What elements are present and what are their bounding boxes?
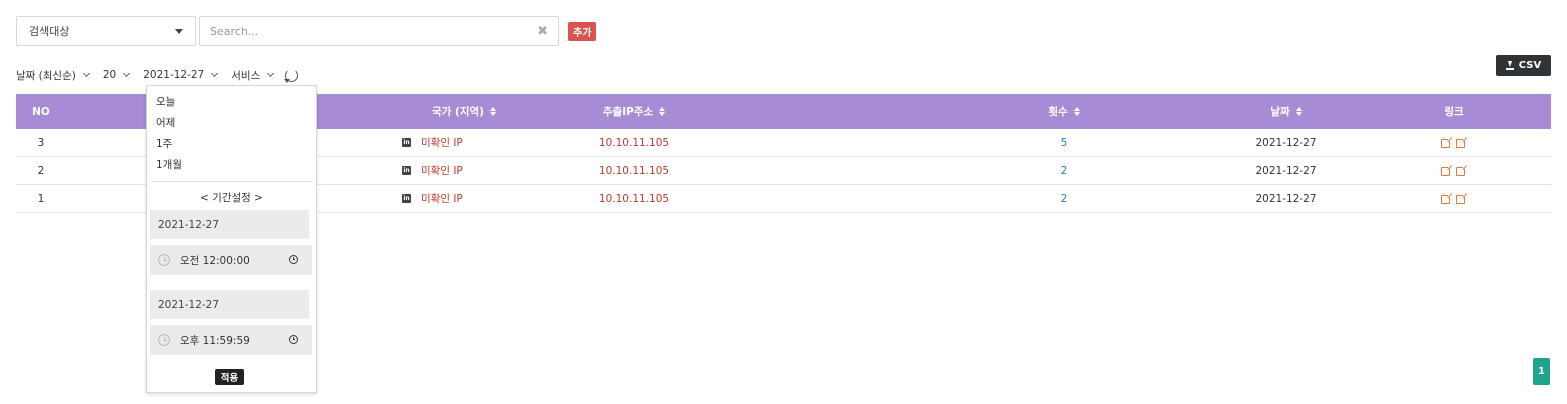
external-link-icon[interactable] [1456,164,1468,176]
header-ip-label: 추출IP주소 [602,106,654,118]
cell-date: 2021-12-27 [1255,192,1317,205]
header-count[interactable]: 횟수 [1014,104,1114,119]
cell-link [1414,136,1494,148]
filter-bar: 날짜 (최신순) 20 2021-12-27 서비스 [16,68,299,83]
start-date-value: 2021-12-27 [158,218,220,231]
linkedin-icon: in [402,138,411,147]
linkedin-icon: in [402,194,411,203]
chevron-down-icon [211,69,219,78]
start-time-value: 오전 12:00:00 [180,254,250,267]
end-date-field[interactable]: 2021-12-27 [150,290,309,319]
linkedin-icon: in [402,166,411,175]
start-date-field[interactable]: 2021-12-27 [150,210,309,239]
header-date[interactable]: 날짜 [1236,104,1336,119]
country-label: 미확인 IP [421,193,463,205]
header-no-label: NO [32,105,50,118]
clear-icon[interactable]: ✖ [537,25,548,38]
start-time-field[interactable]: 오전 12:00:00 [150,245,312,275]
csv-label: CSV [1518,60,1542,71]
search-target-select[interactable]: 검색대상 [16,16,196,46]
cell-no: 1 [37,192,45,205]
service-filter-label: 서비스 [231,69,261,82]
country-label: 미확인 IP [421,165,463,177]
header-link-label: 링크 [1444,106,1464,118]
sort-filter[interactable]: 날짜 (최신순) [16,68,90,83]
cell-count[interactable]: 2 [1034,193,1094,205]
cell-ip[interactable]: 10.10.11.105 [579,137,689,149]
chevron-down-icon [82,69,90,78]
cell-country: in 미확인 IP [402,191,522,206]
cell-count[interactable]: 2 [1034,165,1094,177]
cell-link [1414,164,1494,176]
sort-filter-label: 날짜 (최신순) [16,69,76,82]
preset-today[interactable]: 오늘 [156,94,175,109]
preset-yesterday[interactable]: 어제 [156,115,175,130]
service-filter[interactable]: 서비스 [231,68,275,83]
clock-icon [158,334,170,346]
clock-icon[interactable] [289,335,298,344]
page-size-filter[interactable]: 20 [102,69,131,81]
divider [151,181,313,182]
sort-icon [1073,107,1080,116]
preset-1-month[interactable]: 1개월 [156,157,182,172]
csv-download-button[interactable]: CSV [1496,55,1551,76]
sort-icon [489,107,496,116]
external-link-icon[interactable] [1441,136,1453,148]
search-input[interactable] [210,24,538,38]
search-target-value: 검색대상 [29,25,70,38]
external-link-icon[interactable] [1441,164,1453,176]
clock-icon[interactable] [289,255,298,264]
header-no[interactable]: NO [16,106,66,118]
cell-no: 2 [37,164,45,177]
refresh-icon[interactable] [284,68,299,83]
header-count-label: 횟수 [1048,106,1068,118]
period-setting-label[interactable]: < 기간설정 > [147,190,316,205]
end-time-field[interactable]: 오후 11:59:59 [150,325,312,355]
cell-country: in 미확인 IP [402,163,522,178]
search-field: ✖ [199,16,559,46]
preset-1-week[interactable]: 1주 [156,136,172,151]
cell-ip[interactable]: 10.10.11.105 [579,165,689,177]
sort-icon [659,107,666,116]
date-filter-label: 2021-12-27 [143,69,205,81]
country-label: 미확인 IP [421,137,463,149]
cell-no: 3 [37,136,45,149]
header-ip[interactable]: 추출IP주소 [559,104,709,119]
page-size-label: 20 [102,69,117,81]
sort-icon [1295,107,1302,116]
cell-date: 2021-12-27 [1255,136,1317,149]
external-link-icon[interactable] [1441,192,1453,204]
external-link-icon[interactable] [1456,192,1468,204]
cell-date: 2021-12-27 [1255,164,1317,177]
date-filter[interactable]: 2021-12-27 [143,69,219,81]
download-icon [1505,61,1514,70]
header-country[interactable]: 국가 (지역) [389,104,539,119]
cell-link [1414,192,1494,204]
clock-icon [158,254,170,266]
apply-button[interactable]: 적용 [215,369,244,385]
end-date-value: 2021-12-27 [158,298,220,311]
header-date-label: 날짜 [1270,106,1290,118]
cell-ip[interactable]: 10.10.11.105 [579,193,689,205]
end-time-value: 오후 11:59:59 [180,334,250,347]
chevron-down-icon [123,69,131,78]
date-range-dropdown: 오늘 어제 1주 1개월 < 기간설정 > 2021-12-27 오전 12:0… [146,85,317,393]
cell-count[interactable]: 5 [1034,137,1094,149]
external-link-icon[interactable] [1456,136,1468,148]
add-button[interactable]: 추가 [568,22,597,41]
pagination-page-1[interactable]: 1 [1533,358,1550,385]
chevron-down-icon [267,69,275,78]
header-link: 링크 [1414,104,1494,119]
header-country-label: 국가 (지역) [432,106,484,118]
caret-down-icon [175,28,183,34]
cell-country: in 미확인 IP [402,135,522,150]
